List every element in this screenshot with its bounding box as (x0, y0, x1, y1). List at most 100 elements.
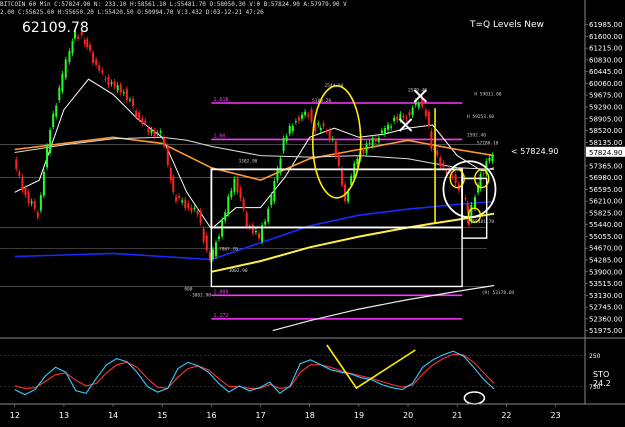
last-price-readout: 62109.78 (22, 20, 89, 36)
candle-body (301, 114, 304, 119)
candle-body (86, 39, 89, 47)
candle-body (393, 117, 396, 122)
candle-body (190, 207, 193, 212)
candle-body (184, 199, 187, 209)
candle-body (150, 129, 153, 134)
annotation-box-lower (210, 226, 463, 288)
price-annotation: 3302.90 (238, 158, 257, 164)
x-tick-label: 18 (305, 411, 315, 420)
candle-body (377, 137, 380, 142)
candle-body (24, 187, 27, 196)
candle-body (383, 128, 386, 135)
candle-body (159, 131, 162, 133)
candle-body (464, 197, 467, 199)
y-tick-label: 61215.00 (589, 45, 622, 53)
candle-body (199, 210, 202, 224)
candle-body (49, 130, 52, 154)
candle-body (368, 142, 371, 144)
candle-body (307, 114, 310, 117)
price-annotation: 2592.40 (467, 132, 486, 138)
candle-body (187, 203, 190, 209)
candle-body (211, 249, 214, 260)
price-annotation: (R) 53178.04 (482, 290, 515, 296)
level-label: 1.00 (213, 133, 225, 139)
level-label: 1.272 (213, 313, 228, 319)
sto-tick-label: 250 (589, 353, 601, 360)
x-tick-label: 21 (452, 411, 462, 420)
candle-body (141, 118, 144, 124)
price-annotation: -7987.70 (216, 246, 238, 252)
candle-body (147, 128, 150, 133)
candle-body (68, 51, 71, 63)
candle-body (254, 230, 257, 233)
candle-body (279, 158, 282, 173)
candle-body (236, 177, 239, 193)
candle-body (371, 137, 374, 146)
x-tick-label: 13 (59, 411, 69, 420)
candle-body (319, 127, 322, 131)
candle-body (417, 103, 420, 108)
ma-line-yellow (211, 212, 495, 273)
candle-body (334, 141, 337, 157)
y-tick-label: 55440.00 (589, 221, 622, 229)
candle-body (221, 220, 224, 237)
candle-body (276, 168, 279, 181)
candle-body (439, 157, 442, 167)
candle-body (258, 233, 261, 239)
candle-body (424, 110, 427, 117)
candle-body (110, 82, 113, 84)
candle-body (325, 130, 328, 132)
candle-body (175, 196, 178, 202)
candle-body (33, 201, 36, 209)
price-annotation: 000 (184, 287, 192, 293)
chart-title: T=Q Levels New (470, 20, 544, 30)
ma-line-white2 (14, 136, 495, 170)
candle-body (380, 130, 383, 134)
candle-body (470, 204, 473, 221)
candle-body (331, 138, 334, 140)
candle-body (169, 168, 172, 181)
candle-body (39, 195, 42, 211)
y-tick-label: 56980.00 (589, 174, 622, 182)
candle-body (282, 138, 285, 152)
y-tick-label: 60445.00 (589, 68, 622, 76)
candle-body (166, 146, 169, 165)
candle-body (340, 169, 343, 186)
price-annotation: H 59253.60 (467, 114, 494, 120)
candle-body (178, 195, 181, 198)
x-tick-label: 23 (551, 411, 561, 420)
candle-body (107, 77, 110, 86)
x-tick-label: 15 (157, 411, 167, 420)
y-tick-label: 58520.00 (589, 127, 622, 135)
x-tick-label: 16 (206, 411, 216, 420)
y-tick-label: 53900.00 (589, 268, 622, 276)
candle-body (30, 201, 33, 204)
candle-body (402, 115, 405, 118)
candle-body (205, 235, 208, 251)
candle-body (322, 123, 325, 127)
candle-body (436, 150, 439, 155)
stochastic-label: STO 24.2 (593, 370, 611, 388)
candle-body (304, 111, 307, 116)
y-tick-label: 53515.00 (589, 280, 622, 288)
candle-body (36, 212, 39, 218)
candle-body (135, 110, 138, 117)
x-tick-label: 20 (403, 411, 413, 420)
candle-body (95, 59, 98, 66)
candle-body (92, 52, 95, 63)
candle-body (474, 197, 477, 209)
candle-body (113, 81, 116, 87)
y-tick-label: 61985.00 (589, 21, 622, 29)
sto-annotation-line (326, 344, 416, 390)
stochastic-panel (0, 344, 585, 405)
candle-body (356, 158, 359, 165)
candle-body (208, 252, 211, 260)
candle-body (104, 78, 107, 80)
y-tick-label: 55055.00 (589, 233, 622, 241)
candle-body (224, 212, 227, 221)
y-tick-label: 53130.00 (589, 292, 622, 300)
axes: 61985.00 61600.00 61215.00 60830.00 60445.00… (0, 0, 625, 420)
candle-body (328, 130, 331, 141)
x-tick-label: 12 (10, 411, 20, 420)
candle-body (251, 224, 254, 234)
